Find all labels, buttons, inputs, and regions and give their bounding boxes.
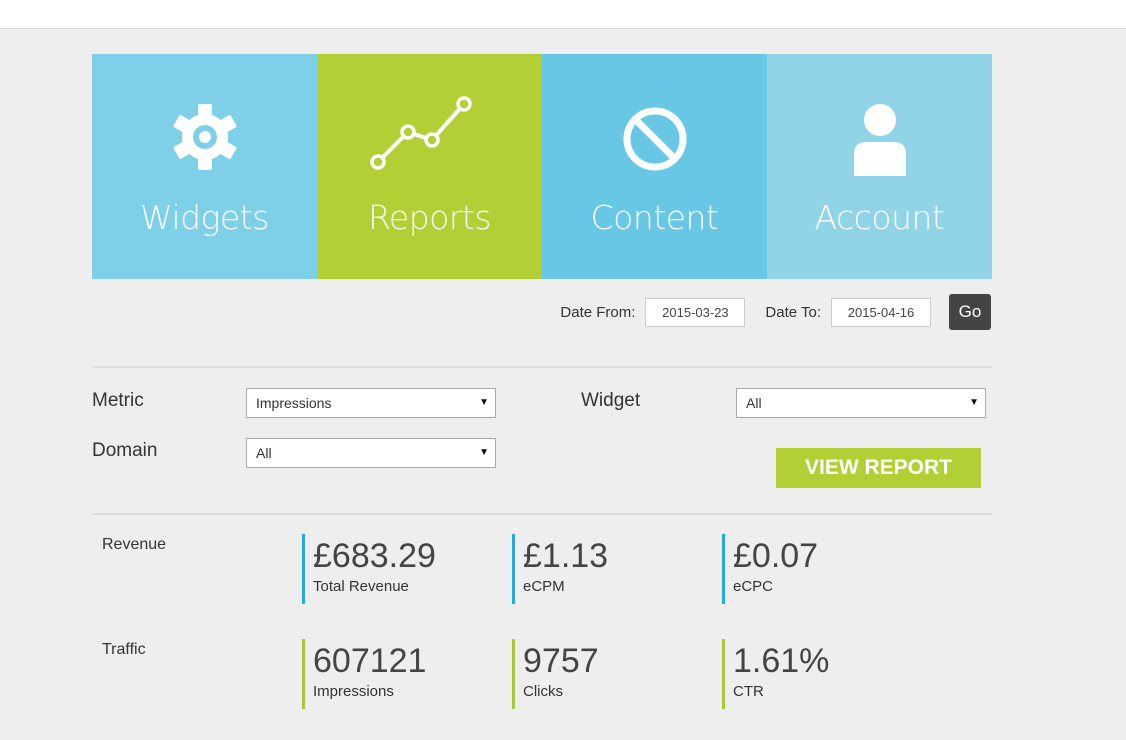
metric-select-value: Impressions xyxy=(256,395,332,411)
stat-value: 9757 xyxy=(523,642,599,680)
nav-tile-widgets[interactable]: Widgets xyxy=(92,54,317,279)
stat-total-revenue: £683.29 Total Revenue xyxy=(302,534,482,604)
stat-caption: eCPC xyxy=(733,578,774,595)
nav-tile-label: Content xyxy=(590,198,719,237)
stat-caption: eCPM xyxy=(523,578,565,595)
date-from-input[interactable]: 2015-03-23 xyxy=(645,297,746,327)
nav-tile-label: Reports xyxy=(367,198,492,237)
traffic-label: Traffic xyxy=(102,641,146,658)
stat-caption: Clicks xyxy=(523,683,563,700)
stat-value: £683.29 xyxy=(313,537,436,575)
stat-ecpc: £0.07 eCPC xyxy=(722,534,902,604)
stat-value: £1.13 xyxy=(523,537,609,575)
metric-select[interactable]: Impressions ▼ xyxy=(246,388,496,418)
date-from-label: Date From: xyxy=(560,303,636,321)
revenue-label: Revenue xyxy=(102,536,167,553)
date-to-input[interactable]: 2015-04-16 xyxy=(831,297,931,327)
dropdown-arrow-icon: ▼ xyxy=(969,397,979,408)
view-report-button[interactable]: VIEW REPORT xyxy=(776,448,981,488)
stat-clicks: 9757 Clicks xyxy=(512,639,692,709)
stat-ecpm: £1.13 eCPM xyxy=(512,534,692,604)
top-bar xyxy=(0,0,1126,29)
nav-tile-label: Widgets xyxy=(140,198,269,237)
domain-select-value: All xyxy=(256,445,272,461)
nav-tile-reports[interactable]: Reports xyxy=(317,54,542,279)
domain-select[interactable]: All ▼ xyxy=(246,438,496,468)
gear-icon xyxy=(173,104,236,170)
nav-tiles: Widgets Reports Content Account xyxy=(92,54,992,279)
divider xyxy=(92,513,992,515)
metric-label: Metric xyxy=(92,390,144,411)
stat-ctr: 1.61% CTR xyxy=(722,639,902,709)
nav-tile-content[interactable]: Content xyxy=(542,54,767,279)
line-chart-icon xyxy=(369,96,472,170)
nav-tile-account[interactable]: Account xyxy=(767,54,992,279)
widget-select[interactable]: All ▼ xyxy=(736,388,986,418)
domain-label: Domain xyxy=(92,440,158,461)
date-to-label: Date To: xyxy=(765,303,821,321)
stat-caption: Impressions xyxy=(313,683,394,700)
stat-value: £0.07 xyxy=(733,537,819,575)
nav-tile-label: Account xyxy=(814,198,945,237)
divider xyxy=(92,366,992,368)
go-button[interactable]: Go xyxy=(949,294,991,330)
date-range-row: Date From: 2015-03-23 Date To: 2015-04-1… xyxy=(560,294,991,330)
stat-value: 607121 xyxy=(313,642,427,680)
widget-select-value: All xyxy=(746,395,762,411)
user-icon xyxy=(853,104,906,176)
dropdown-arrow-icon: ▼ xyxy=(479,447,489,458)
stat-impressions: 607121 Impressions xyxy=(302,639,482,709)
stat-caption: Total Revenue xyxy=(313,578,409,595)
widget-label: Widget xyxy=(581,390,641,411)
stat-value: 1.61% xyxy=(733,642,830,680)
no-entry-icon xyxy=(623,107,686,171)
stat-caption: CTR xyxy=(733,683,764,700)
dropdown-arrow-icon: ▼ xyxy=(479,397,489,408)
